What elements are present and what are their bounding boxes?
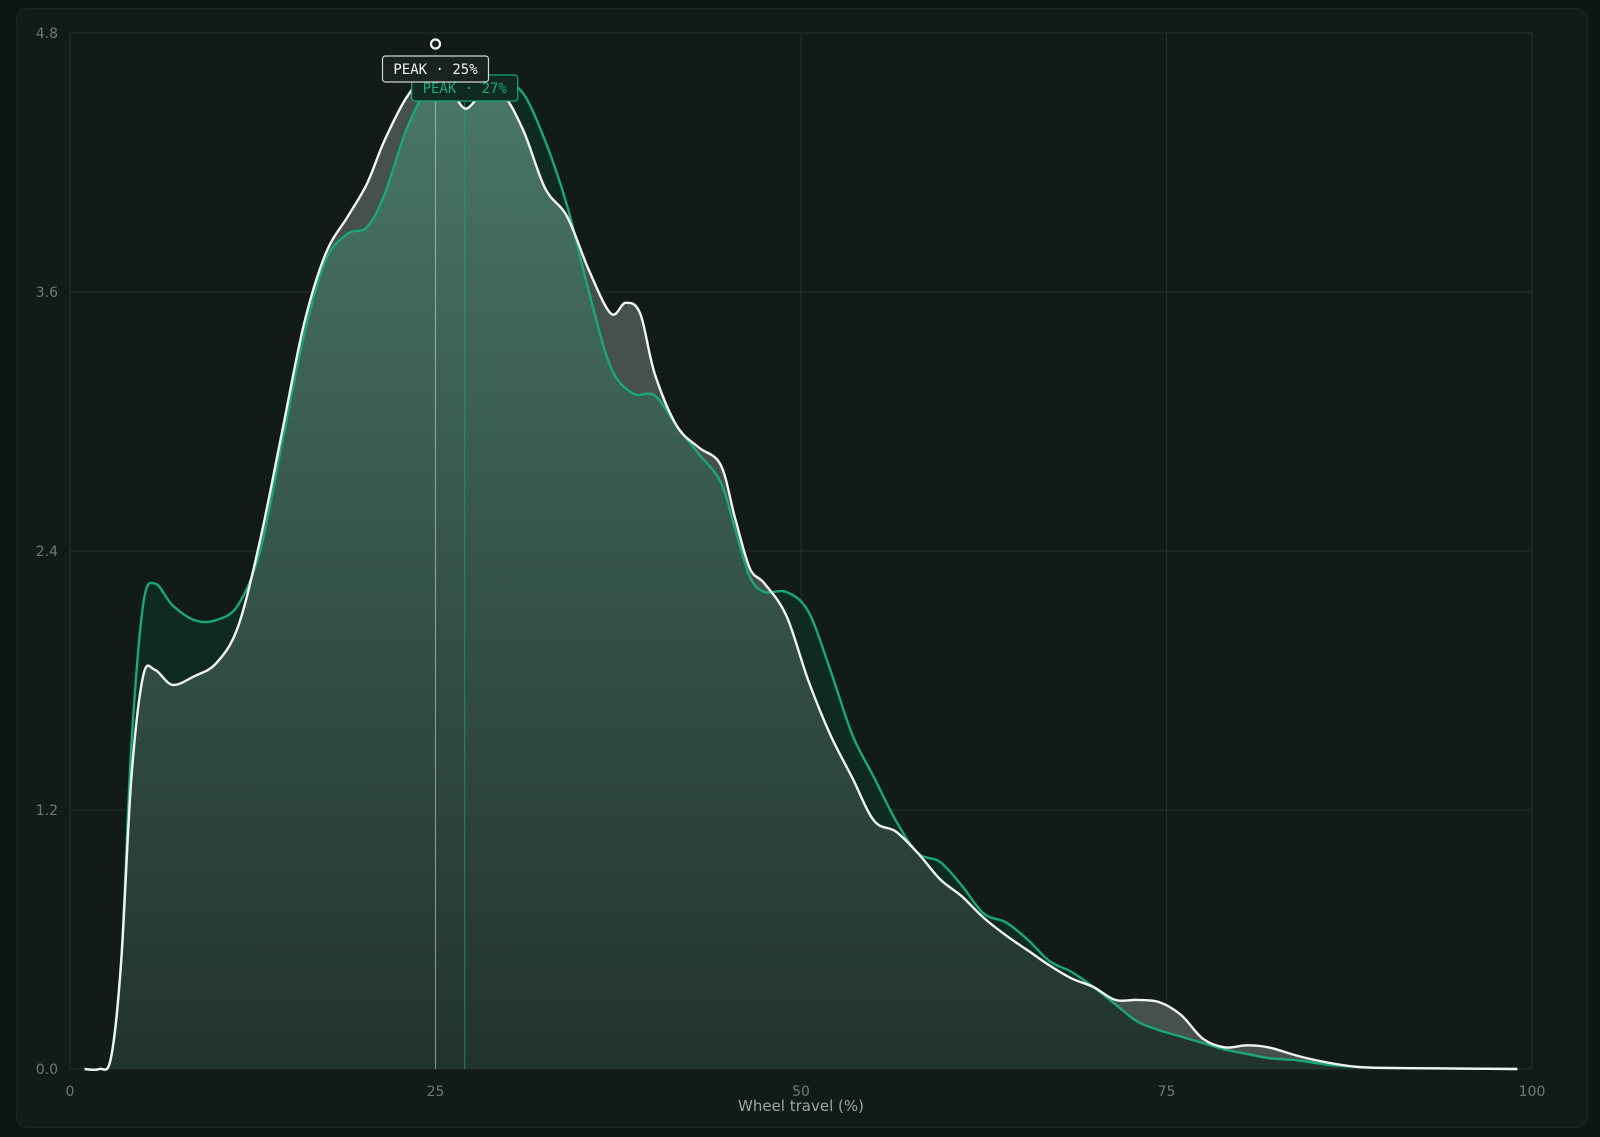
x-tick-label: 100 [1519, 1084, 1546, 1100]
x-tick-label: 75 [1158, 1084, 1176, 1100]
y-tick-label: 0.0 [36, 1062, 58, 1078]
density-chart: 0.01.22.43.64.80 25 50 75 100PEAK · 27%PEAK … [36, 26, 1546, 1115]
x-tick-label: 0 [66, 1084, 75, 1100]
y-tick-label: 1.2 [36, 803, 58, 819]
x-tick-label: 25 [427, 1084, 445, 1100]
peak-label: PEAK · 25% [381, 55, 490, 83]
peak-label-text: PEAK · 25% [393, 62, 478, 78]
x-axis-title: Wheel travel (%) [738, 1097, 864, 1115]
y-tick-label: 4.8 [36, 26, 58, 42]
peak-label-text: PEAK · 27% [423, 81, 508, 97]
y-tick-label: 2.4 [36, 544, 58, 560]
y-tick-label: 3.6 [36, 285, 58, 301]
